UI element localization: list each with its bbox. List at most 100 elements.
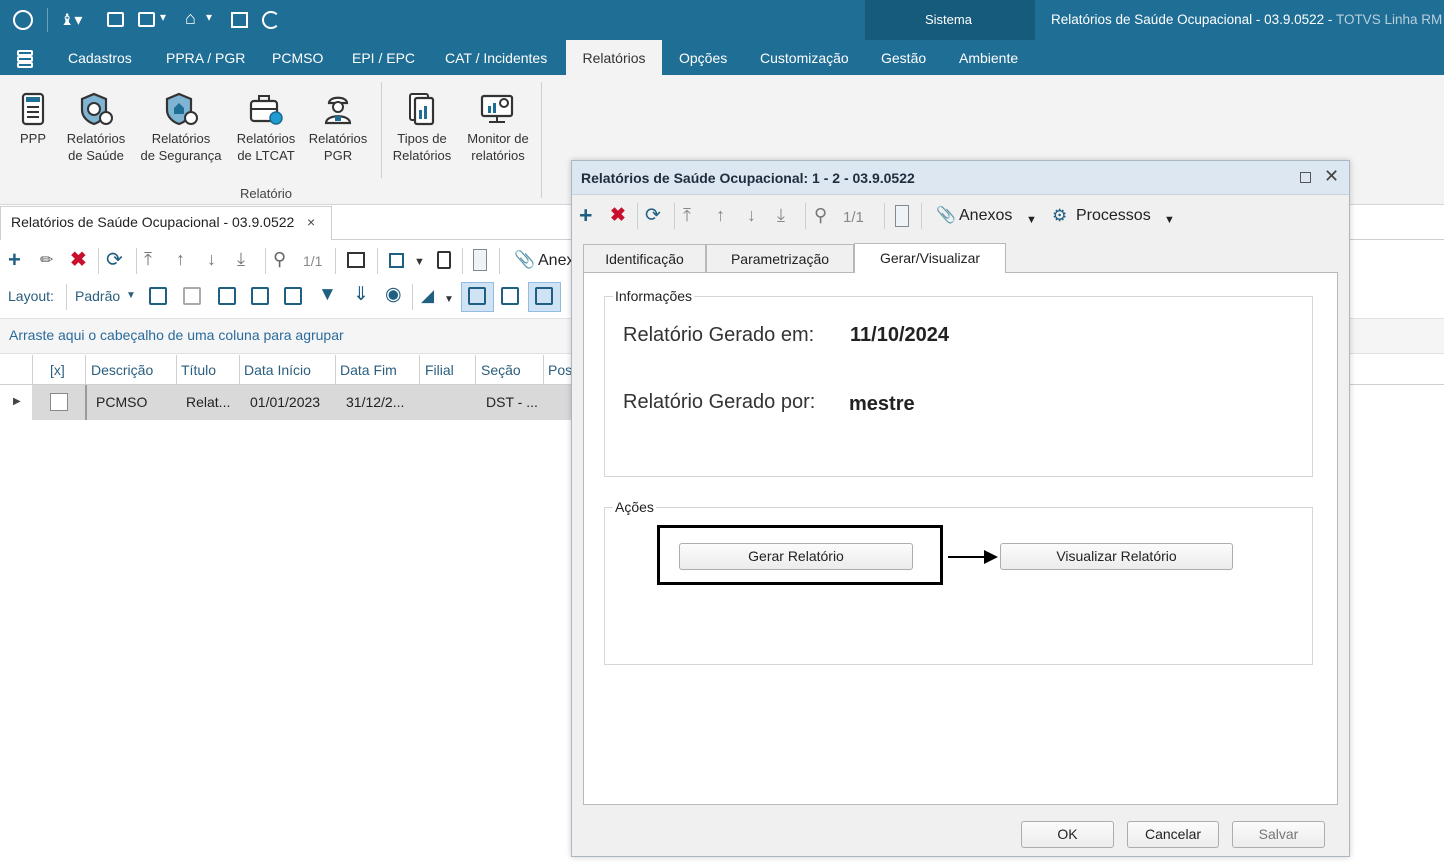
dialog-previous-record-icon[interactable]: ↑ — [716, 205, 725, 225]
dialog-refresh-icon[interactable]: ⟳ — [645, 206, 661, 226]
globe-icon[interactable] — [262, 11, 280, 29]
columns-icon[interactable] — [347, 252, 365, 268]
menu-pcmso[interactable]: PCMSO — [272, 40, 323, 75]
ribbon-relatorios-seguranca-button[interactable]: Relatórios de Segurança — [136, 92, 226, 164]
dialog-anexos-menu[interactable]: Anexos — [959, 207, 1012, 225]
attachment-icon[interactable]: 📎 — [514, 250, 535, 270]
ribbon-relatorios-ltcat-button[interactable]: Relatórios de LTCAT — [232, 92, 300, 164]
chevron-down-icon[interactable]: ▾ — [206, 10, 212, 24]
toolbar-divider — [98, 248, 99, 274]
home-icon[interactable]: ⌂ — [185, 8, 196, 29]
gerado-por-label: Relatório Gerado por: — [623, 391, 816, 413]
dialog-notes-icon[interactable] — [895, 205, 909, 227]
edit-icon[interactable]: ✏ — [40, 251, 53, 271]
export-icon[interactable] — [389, 253, 404, 268]
view-form-icon[interactable] — [535, 287, 553, 305]
column-descricao[interactable]: Descrição — [91, 362, 153, 378]
ribbon-saude-label-1: Relatórios — [66, 131, 126, 146]
dialog-search-icon[interactable]: ⚲ — [814, 205, 827, 225]
previous-record-icon[interactable]: ↑ — [176, 249, 185, 269]
dialog-first-record-icon[interactable]: ⤒ — [683, 205, 691, 225]
chart-icon[interactable]: ◢ — [421, 286, 434, 306]
notes-icon[interactable] — [473, 249, 487, 271]
close-icon[interactable]: ✕ — [1324, 166, 1339, 187]
window-list-icon[interactable] — [138, 12, 155, 27]
document-tab-close-icon[interactable]: × — [307, 214, 315, 230]
visualizar-relatorio-button[interactable]: Visualizar Relatório — [1000, 543, 1233, 570]
menu-ambiente[interactable]: Ambiente — [959, 40, 1018, 75]
download-layout-icon[interactable] — [284, 287, 302, 305]
chevron-down-icon[interactable]: ▼ — [444, 290, 454, 310]
report-icon[interactable] — [437, 251, 451, 269]
menu-customizacao[interactable]: Customização — [760, 40, 849, 75]
menu-gestao[interactable]: Gestão — [881, 40, 926, 75]
ribbon-relatorios-pgr-button[interactable]: Relatórios PGR — [304, 92, 372, 164]
save-layout-icon[interactable] — [218, 287, 236, 305]
menu-cat-incidentes[interactable]: CAT / Incidentes — [445, 40, 547, 75]
format-painter-icon[interactable]: ▼ — [318, 285, 337, 305]
menu-cadastros[interactable]: Cadastros — [68, 40, 132, 75]
column-data-inicio[interactable]: Data Início — [244, 362, 311, 378]
column-data-fim[interactable]: Data Fim — [340, 362, 397, 378]
gerar-relatorio-button[interactable]: Gerar Relatório — [679, 543, 913, 570]
column-secao[interactable]: Seção — [481, 362, 521, 378]
maximize-icon[interactable] — [1300, 172, 1311, 183]
ribbon-seguranca-label-2: de Segurança — [140, 148, 222, 163]
health-shield-icon — [80, 92, 113, 126]
row-checkbox[interactable] — [50, 393, 68, 411]
dialog-delete-icon[interactable]: ✖ — [610, 206, 626, 226]
chevron-down-icon[interactable]: ▼ — [1026, 210, 1037, 230]
app-logo-icon[interactable] — [13, 10, 33, 30]
pin-icon[interactable]: ⇓ — [353, 285, 369, 305]
ok-button[interactable]: OK — [1021, 821, 1114, 848]
tab-parametrizacao[interactable]: Parametrização — [706, 244, 854, 272]
dialog-next-record-icon[interactable]: ↓ — [747, 205, 756, 225]
tab-identificacao[interactable]: Identificação — [583, 244, 706, 272]
view-split-horizontal-icon[interactable] — [501, 287, 519, 305]
cancelar-button[interactable]: Cancelar — [1127, 821, 1219, 848]
window-icon[interactable] — [107, 12, 124, 27]
chevron-down-icon[interactable]: ▼ — [414, 252, 425, 272]
next-record-icon[interactable]: ↓ — [207, 249, 216, 269]
dialog-processos-menu[interactable]: Processos — [1076, 207, 1151, 225]
cell-secao: DST - ... — [486, 394, 538, 410]
grid-icon[interactable] — [231, 12, 248, 28]
ribbon-tipos-relatorios-button[interactable]: Tipos de Relatórios — [388, 92, 456, 164]
column-pos[interactable]: Pos — [548, 362, 572, 378]
first-record-icon[interactable]: ⤒ — [144, 249, 152, 269]
dialog-gear-icon[interactable]: ⚙ — [1052, 206, 1067, 226]
menu-ppra-pgr[interactable]: PPRA / PGR — [166, 40, 245, 75]
color-fill-icon[interactable]: ◉ — [385, 285, 402, 305]
salvar-button[interactable]: Salvar — [1232, 821, 1325, 848]
layout-select[interactable]: Padrão — [75, 288, 120, 304]
delete-icon[interactable]: ✖ — [70, 250, 87, 270]
view-single-icon[interactable] — [468, 287, 486, 305]
tab-gerar-visualizar[interactable]: Gerar/Visualizar — [854, 243, 1006, 273]
dialog-attachment-icon[interactable]: 📎 — [936, 206, 956, 226]
upload-layout-icon[interactable] — [251, 287, 269, 305]
ribbon-monitor-relatorios-button[interactable]: Monitor de relatórios — [462, 92, 534, 164]
menu-opcoes[interactable]: Opções — [679, 40, 727, 75]
anexos-partial-label[interactable]: Anex — [538, 252, 574, 270]
chevron-down-icon[interactable]: ▼ — [1164, 210, 1175, 230]
dialog-last-record-icon[interactable]: ⤓ — [777, 205, 785, 225]
last-record-icon[interactable]: ⤓ — [237, 249, 245, 269]
new-layout-icon[interactable] — [149, 287, 167, 305]
menu-stack-icon[interactable] — [16, 50, 36, 68]
search-icon[interactable]: ⚲ — [273, 249, 286, 269]
column-select-all[interactable]: [x] — [50, 362, 65, 378]
delete-layout-icon[interactable] — [183, 287, 201, 305]
column-filial[interactable]: Filial — [425, 362, 454, 378]
menu-relatorios[interactable]: Relatórios — [566, 40, 662, 75]
menu-epi-epc[interactable]: EPI / EPC — [352, 40, 415, 75]
users-icon[interactable]: ♝▾ — [60, 10, 82, 30]
cell-titulo: Relat... — [186, 394, 231, 410]
column-titulo[interactable]: Título — [181, 362, 216, 378]
chevron-down-icon[interactable]: ▼ — [126, 290, 136, 301]
dialog-add-icon[interactable]: + — [579, 204, 592, 227]
refresh-icon[interactable]: ⟳ — [106, 250, 123, 270]
ribbon-relatorios-saude-button[interactable]: Relatórios de Saúde — [62, 92, 130, 164]
add-icon[interactable]: + — [8, 249, 21, 271]
chevron-down-icon[interactable]: ▾ — [160, 10, 166, 24]
ribbon-ppp-button[interactable]: PPP — [16, 92, 50, 147]
